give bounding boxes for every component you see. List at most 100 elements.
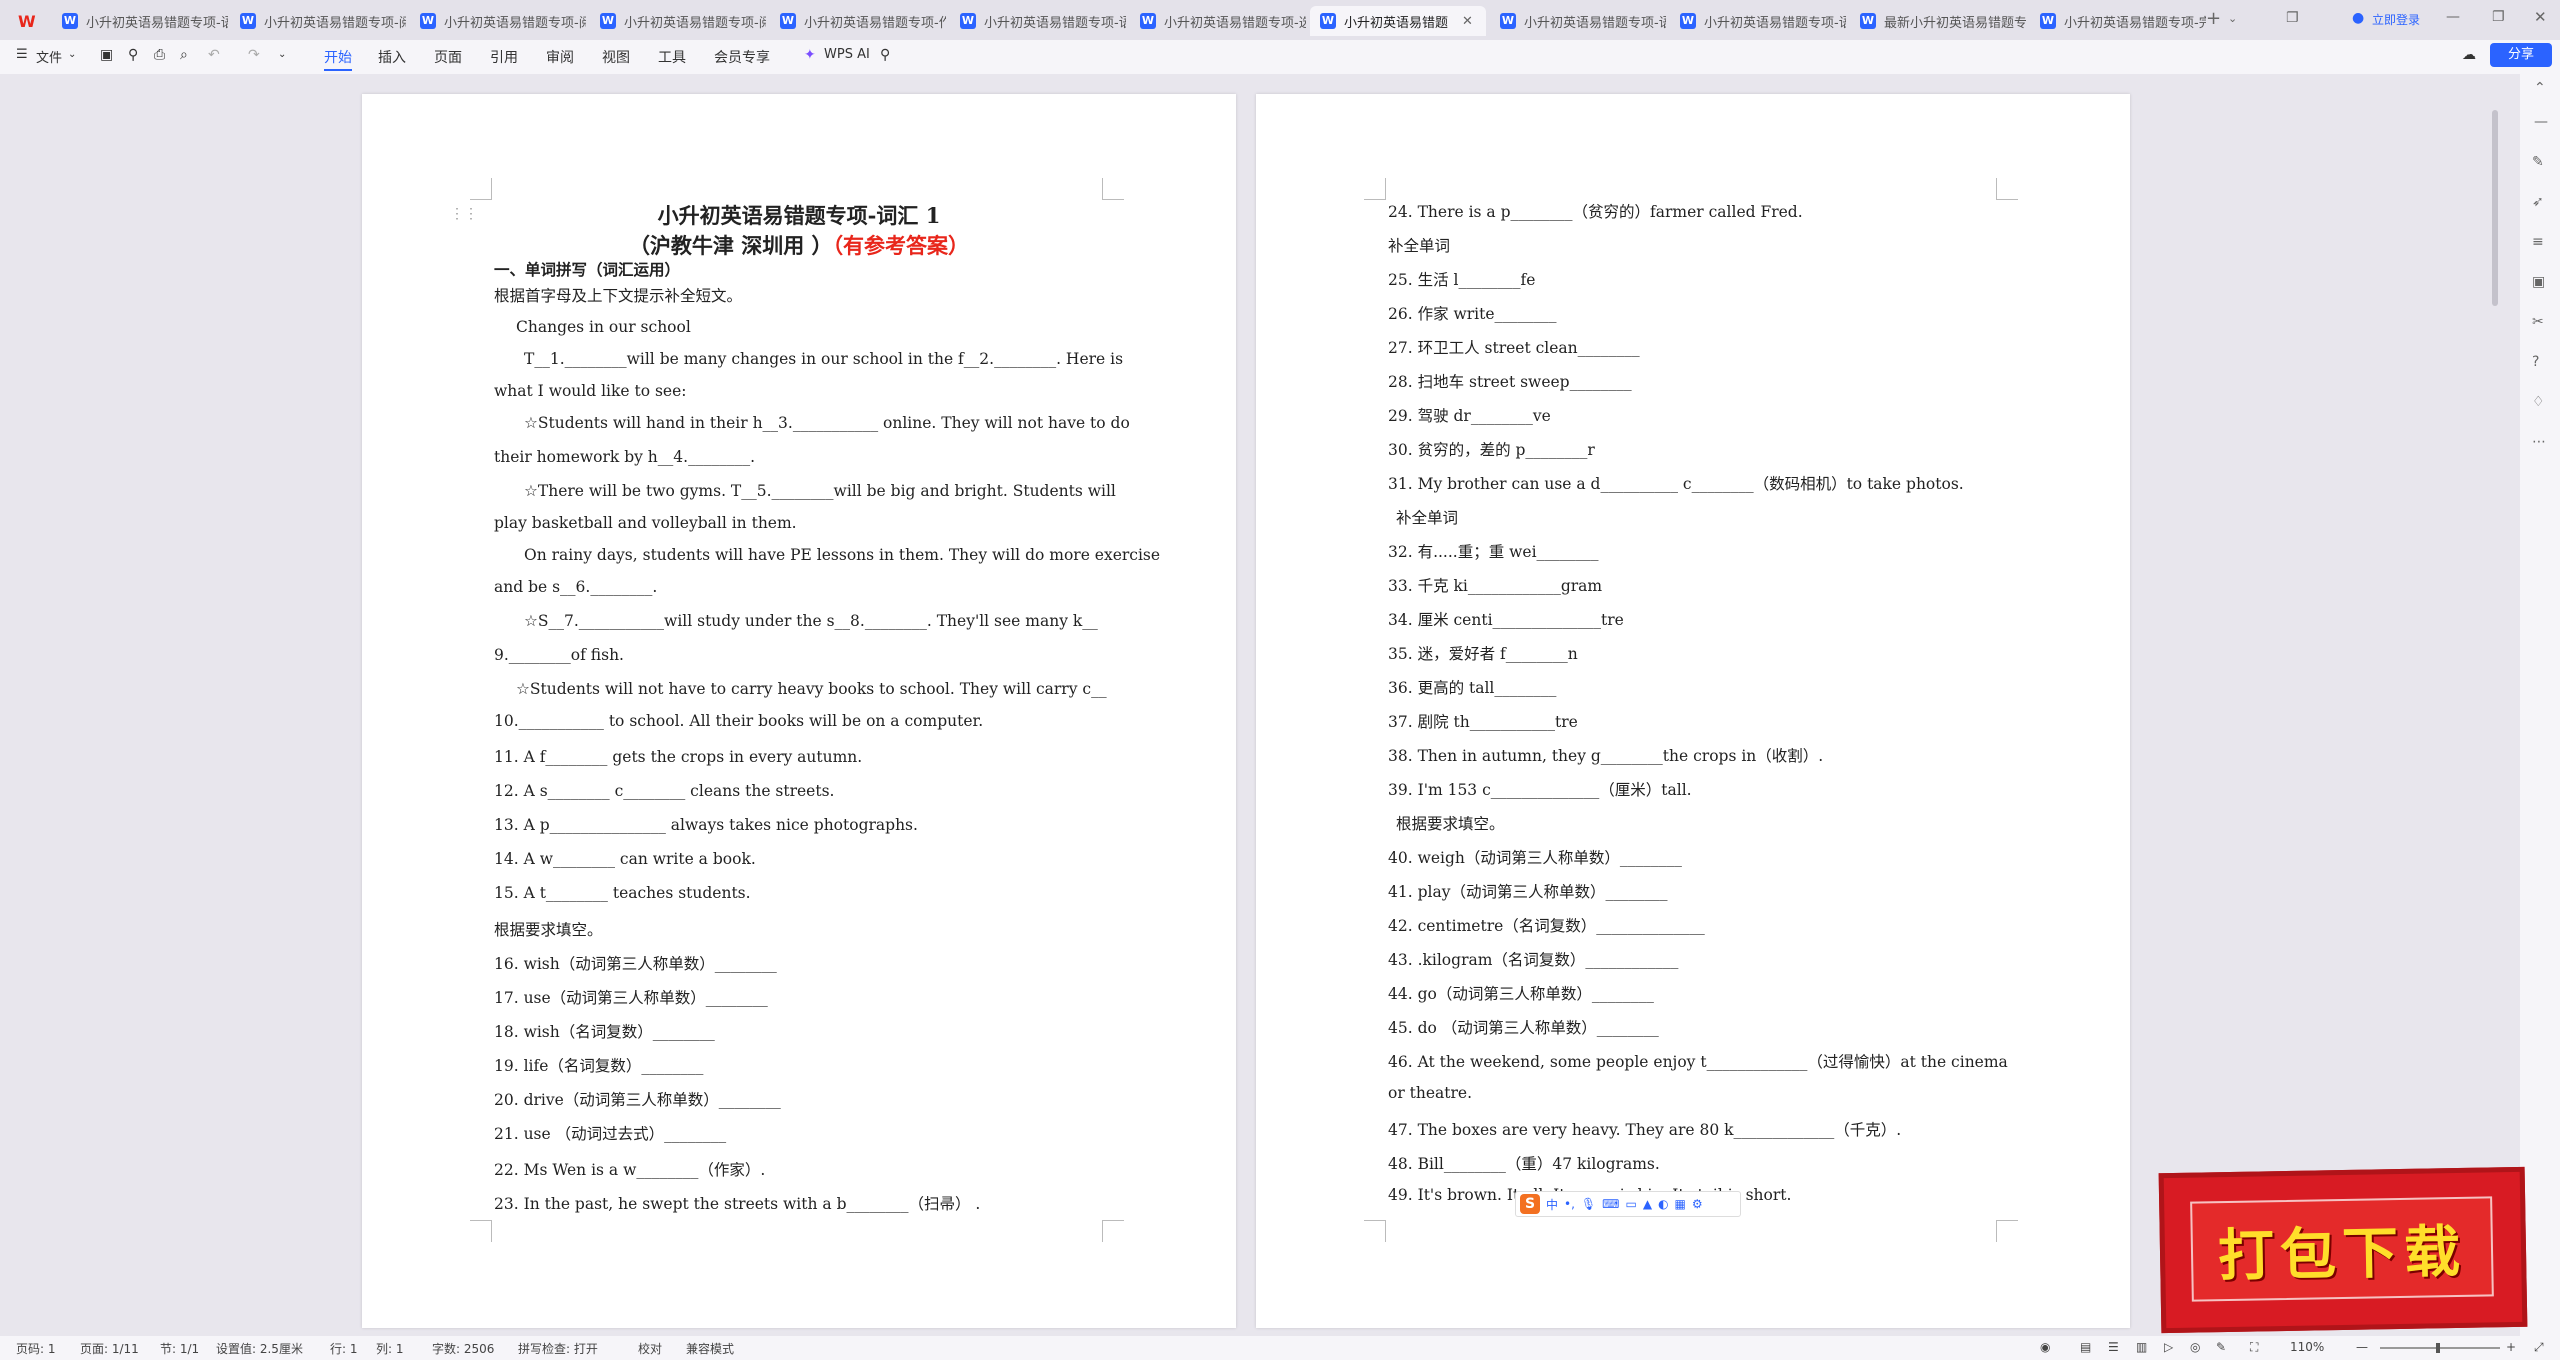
document-page-1[interactable]: ⋮⋮ 小升初英语易错题专项-词汇 1 （沪教牛津 深圳用 ）（有参考答案） 一、… [362, 94, 1236, 1328]
play-icon[interactable]: ▷ [2164, 1340, 2173, 1354]
print-icon[interactable]: ⎙ [154, 47, 165, 63]
vertical-scrollbar[interactable] [2492, 110, 2498, 306]
save-icon[interactable]: ▣ [100, 47, 113, 63]
status-page-code[interactable]: 页码: 1 [16, 1340, 56, 1357]
tab-doc-3[interactable]: W 小升初英语易错题专项-阅 [410, 6, 586, 36]
menu-icon[interactable]: ☰ [16, 47, 28, 62]
zoom-slider-thumb[interactable] [2436, 1343, 2440, 1353]
menu-review[interactable]: 审阅 [546, 47, 574, 67]
cloud-icon[interactable]: ☁ [2462, 47, 2476, 63]
help-icon[interactable]: ? [2532, 354, 2539, 370]
tools-icon[interactable]: ✂ [2532, 314, 2544, 330]
skin-icon[interactable]: ▲ [1643, 1197, 1652, 1211]
status-col[interactable]: 列: 1 [376, 1340, 404, 1357]
menu-insert[interactable]: 插入 [378, 47, 406, 67]
minus-icon[interactable]: — [2534, 114, 2548, 130]
punctuation-icon[interactable]: •, [1564, 1197, 1575, 1211]
settings-gear-icon[interactable]: ⚙ [1692, 1197, 1703, 1211]
login-link[interactable]: 立即登录 [2372, 11, 2420, 28]
chevron-down-icon[interactable]: ⌄ [278, 49, 286, 60]
cursor-icon[interactable]: ➶ [2532, 194, 2544, 210]
status-proofread[interactable]: 校对 [638, 1340, 662, 1357]
tab-doc-12[interactable]: W 小升初英语易错题专项-完 [2030, 6, 2206, 36]
wps-logo-icon[interactable]: W [18, 12, 36, 31]
image-icon[interactable]: ▣ [2532, 274, 2545, 290]
status-word-count[interactable]: 字数: 2506 [432, 1340, 494, 1357]
file-menu[interactable]: 文件 [36, 47, 62, 66]
tab-doc-10[interactable]: W 小升初英语易错题专项-语 [1670, 6, 1846, 36]
tab-doc-4[interactable]: W 小升初英语易错题专项-阅 [590, 6, 766, 36]
zoom-slider[interactable] [2380, 1343, 2500, 1353]
menu-view[interactable]: 视图 [602, 47, 630, 67]
tab-doc-9[interactable]: W 小升初英语易错题专项-语 [1490, 6, 1666, 36]
zoom-level[interactable]: 110% [2290, 1340, 2324, 1354]
minimize-icon[interactable]: — [2446, 9, 2460, 25]
chevron-up-icon[interactable]: ⌃ [2534, 80, 2546, 96]
microphone-icon[interactable]: 🎙 [1581, 1197, 1596, 1211]
menu-page[interactable]: 页面 [434, 47, 462, 67]
status-setting[interactable]: 设置值: 2.5厘米 [216, 1340, 303, 1357]
eye-icon[interactable]: ◉ [2040, 1340, 2050, 1354]
tab-label: 小升初英语易错题专项-语 [984, 15, 1126, 31]
wps-ai-icon[interactable]: ✦ [804, 47, 816, 63]
window-layout-icon[interactable]: ❐ [2286, 10, 2299, 26]
user-avatar-icon[interactable]: ● [2352, 10, 2364, 26]
undo-icon[interactable]: ↶ [208, 47, 220, 63]
chevron-down-icon[interactable]: ⌄ [2228, 12, 2237, 25]
tab-doc-6[interactable]: W 小升初英语易错题专项-语 [950, 6, 1126, 36]
outline-view-icon[interactable]: ☰ [2108, 1340, 2119, 1354]
ime-toolbar[interactable]: S 中 •, 🎙 ⌨ ▭ ▲ ◐ ▦ ⚙ [1515, 1191, 1741, 1217]
pen-icon[interactable]: ✎ [2532, 154, 2544, 170]
fullscreen-icon[interactable]: ⤢ [2534, 1340, 2544, 1355]
read-view-icon[interactable]: ▥ [2136, 1340, 2147, 1354]
close-window-icon[interactable]: ✕ [2534, 8, 2547, 26]
status-spell-check[interactable]: 拼写检查: 打开 [518, 1340, 598, 1357]
status-compat-mode[interactable]: 兼容模式 [686, 1340, 734, 1357]
zoom-in-icon[interactable]: + [2506, 1340, 2516, 1354]
print-preview-icon[interactable]: ⌕ [180, 47, 188, 63]
instruction-line: 根据要求填空。 [494, 921, 603, 939]
tab-doc-5[interactable]: W 小升初英语易错题专项-作 [770, 6, 946, 36]
tab-doc-1[interactable]: W 小升初英语易错题专项-语 [52, 6, 228, 36]
chevron-down-icon[interactable]: ⌄ [68, 49, 76, 60]
fit-icon[interactable]: ⛶ [2250, 1340, 2258, 1355]
page-view-icon[interactable]: ▤ [2080, 1340, 2091, 1354]
redo-icon[interactable]: ↷ [248, 47, 260, 63]
question-16: 16. wish（动词第三人称单数）________ [494, 955, 777, 973]
close-icon[interactable]: ✕ [1462, 14, 1473, 29]
status-row[interactable]: 行: 1 [330, 1340, 358, 1357]
status-section[interactable]: 节: 1/1 [160, 1340, 199, 1357]
menu-references[interactable]: 引用 [490, 47, 518, 67]
find-icon[interactable]: ⚲ [128, 47, 138, 63]
download-banner[interactable]: 打包下载 [2158, 1166, 2528, 1334]
status-page[interactable]: 页面: 1/11 [80, 1340, 139, 1357]
apps-icon[interactable]: ▦ [1675, 1197, 1686, 1211]
shirt-icon[interactable]: ♢ [2532, 394, 2545, 410]
tab-doc-7[interactable]: W 小升初英语易错题专项-选 [1130, 6, 1306, 36]
game-icon[interactable]: ◐ [1658, 1197, 1668, 1211]
search-icon[interactable]: ⚲ [880, 47, 890, 63]
word-doc-icon: W [960, 13, 976, 29]
keyboard-icon[interactable]: ⌨ [1602, 1197, 1619, 1211]
tab-doc-11[interactable]: W 最新小升初英语易错题专 [1850, 6, 2026, 36]
web-view-icon[interactable]: ◎ [2190, 1340, 2200, 1354]
menu-member[interactable]: 会员专享 [714, 47, 770, 67]
restore-icon[interactable]: ❐ [2492, 9, 2505, 25]
share-button[interactable]: 分享 [2490, 43, 2552, 67]
document-page-2[interactable]: 24. There is a p________（贫穷的）farmer call… [1256, 94, 2130, 1328]
chat-icon[interactable]: ▭ [1625, 1197, 1636, 1211]
menu-tools[interactable]: 工具 [658, 47, 686, 67]
sogou-logo-icon[interactable]: S [1520, 1194, 1540, 1214]
new-tab-plus-icon[interactable]: + [2206, 8, 2221, 29]
menu-home[interactable]: 开始 [324, 47, 352, 67]
edit-icon[interactable]: ✎ [2216, 1340, 2226, 1354]
tab-label: 小升初英语易错题专项-完 [2064, 15, 2206, 31]
tab-doc-8-active[interactable]: W 小升初英语易错题 ✕ [1310, 6, 1486, 36]
text-line: Changes in our school [516, 318, 691, 336]
ime-language-toggle[interactable]: 中 [1546, 1196, 1558, 1213]
adjust-icon[interactable]: ≡ [2532, 234, 2544, 250]
zoom-out-icon[interactable]: — [2356, 1340, 2368, 1354]
tab-doc-2[interactable]: W 小升初英语易错题专项-阅 [230, 6, 406, 36]
wps-ai-button[interactable]: WPS AI [824, 47, 870, 62]
more-icon[interactable]: ⋯ [2532, 434, 2546, 450]
